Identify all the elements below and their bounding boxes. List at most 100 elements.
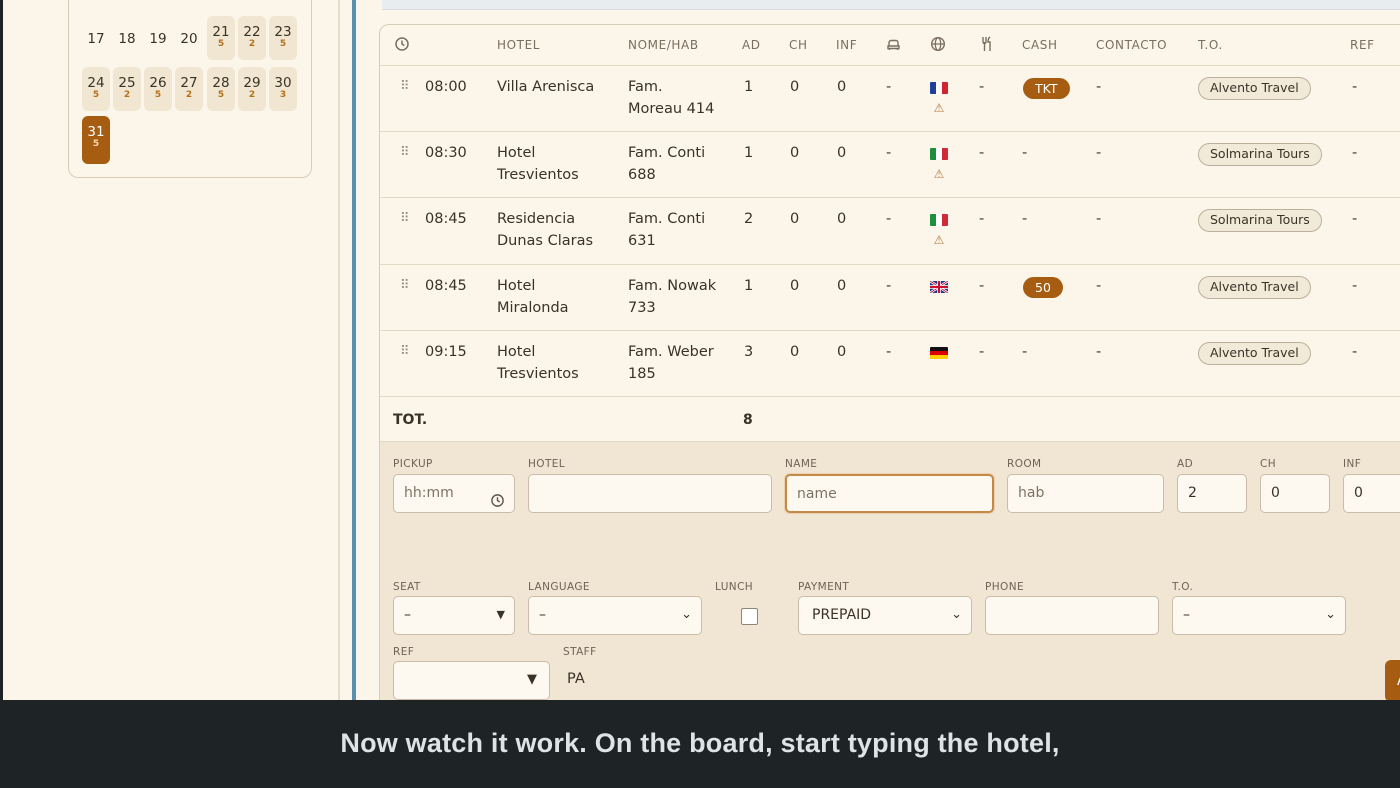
lunch-value: -	[979, 79, 985, 95]
seat-icon	[886, 37, 901, 57]
adults-count: 1	[744, 278, 754, 294]
hotel-name: Residencia Dunas Claras	[497, 211, 594, 249]
infants-input[interactable]: 0	[1343, 474, 1400, 513]
ref-value: -	[1352, 79, 1358, 95]
header-contact[interactable]: CONTACTO	[1096, 36, 1167, 54]
guest-name: Fam. Conti 688	[628, 145, 706, 183]
cash-badge: TKT	[1023, 78, 1070, 99]
calendar-day[interactable]: 23 5	[269, 16, 297, 60]
flag-it-icon	[930, 214, 948, 226]
hotel-name: Hotel Tresvientos	[497, 145, 579, 183]
calendar-day-count: 5	[217, 90, 225, 100]
name-input[interactable]: name	[785, 474, 994, 513]
tour-operator-badge[interactable]: Alvento Travel	[1198, 77, 1311, 100]
calendar-day-count: 2	[248, 90, 256, 100]
clock-icon[interactable]	[490, 486, 505, 522]
header-ch[interactable]: CH	[789, 36, 808, 54]
chevron-down-icon: ▼	[527, 672, 537, 687]
header-hotel[interactable]: HOTEL	[497, 36, 540, 54]
infants-count: 0	[837, 278, 847, 294]
drag-handle-icon[interactable]: ⠿	[400, 76, 409, 98]
hotel-input[interactable]	[528, 474, 772, 513]
calendar-day[interactable]: 22 2	[238, 16, 266, 60]
tour-operator-badge[interactable]: Solmarina Tours	[1198, 143, 1322, 166]
calendar-day[interactable]: 19	[144, 16, 172, 60]
tour-operator-badge[interactable]: Alvento Travel	[1198, 276, 1311, 299]
contact-value: -	[1096, 79, 1102, 95]
cash-value: -	[1022, 211, 1028, 227]
language-label: LANGUAGE	[528, 581, 590, 593]
header-to[interactable]: T.O.	[1198, 36, 1223, 54]
lunch-checkbox[interactable]	[741, 608, 758, 625]
seat-value: -	[886, 278, 892, 294]
header-ad[interactable]: AD	[742, 36, 761, 54]
guest-name: Fam. Conti 631	[628, 211, 706, 249]
guest-name: Fam. Moreau 414	[628, 79, 715, 117]
add-button[interactable]: A	[1385, 660, 1400, 702]
cash-badge: 50	[1023, 277, 1063, 298]
language-select[interactable]: – ⌄	[528, 596, 702, 635]
calendar-day[interactable]: 26 5	[144, 67, 172, 111]
payment-label: PAYMENT	[798, 581, 850, 593]
phone-input[interactable]	[985, 596, 1159, 635]
header-inf[interactable]: INF	[836, 36, 857, 54]
calendar-day-count: 5	[92, 139, 100, 149]
tour-operator-select[interactable]: – ⌄	[1172, 596, 1346, 635]
drag-handle-icon[interactable]: ⠿	[400, 208, 409, 230]
drag-handle-icon[interactable]: ⠿	[400, 142, 409, 164]
clock-icon	[394, 36, 410, 57]
ref-label: REF	[393, 646, 415, 658]
calendar-day[interactable]: 24 5	[82, 67, 110, 111]
table-row[interactable]: ⠿ 08:45 Residencia Dunas Claras Fam. Cont…	[380, 198, 1400, 265]
chevron-down-icon: ⌄	[681, 607, 692, 622]
header-cash[interactable]: CASH	[1022, 36, 1058, 54]
table-row[interactable]: ⠿ 09:15 Hotel Tresvientos Fam. Weber 185 3…	[380, 331, 1400, 397]
room-input[interactable]: hab	[1007, 474, 1164, 513]
ref-select[interactable]: ▼	[393, 661, 550, 700]
calendar-day[interactable]: 18	[113, 16, 141, 60]
calendar-day[interactable]: 20	[175, 16, 203, 60]
tour-operator-badge[interactable]: Alvento Travel	[1198, 342, 1311, 365]
header-ref[interactable]: REF	[1350, 36, 1375, 54]
pickup-board: HOTEL NOME/HAB AD CH INF CASH CONTACTO T…	[379, 24, 1400, 714]
tour-operator-badge[interactable]: Solmarina Tours	[1198, 209, 1322, 232]
calendar-day[interactable]: 25 2	[113, 67, 141, 111]
name-label: NAME	[785, 458, 818, 470]
calendar-card: 17 18 19 20 21 5 22 2 23 5 24 5 25 2 26 5 27 2 …	[68, 0, 312, 178]
calendar-day[interactable]: 30 3	[269, 67, 297, 111]
table-row[interactable]: ⠿ 08:45 Hotel Miralonda Fam. Nowak 733 1 0…	[380, 265, 1400, 331]
children-input[interactable]: 0	[1260, 474, 1330, 513]
pickup-time-input[interactable]: hh:mm	[393, 474, 515, 513]
pane-edge	[338, 0, 340, 700]
calendar-day-count: 2	[123, 90, 131, 100]
seat-value: -	[886, 211, 892, 227]
drag-handle-icon[interactable]: ⠿	[400, 275, 409, 297]
calendar-day[interactable]: 28 5	[207, 67, 235, 111]
calendar-day[interactable]: 17	[82, 16, 110, 60]
table-row[interactable]: ⠿ 08:00 Villa Arenisca Fam. Moreau 414 1 …	[380, 66, 1400, 132]
drag-handle-icon[interactable]: ⠿	[400, 341, 409, 363]
infants-count: 0	[837, 79, 847, 95]
calendar-day[interactable]: 27 2	[175, 67, 203, 111]
board-top-strip	[382, 0, 1400, 10]
hotel-name: Hotel Miralonda	[497, 278, 569, 316]
cash-value: -	[1022, 145, 1028, 161]
adults-label: AD	[1177, 458, 1194, 470]
calendar-day[interactable]: 29 2	[238, 67, 266, 111]
phone-label: PHONE	[985, 581, 1024, 593]
calendar-day-selected[interactable]: 31 5	[82, 116, 110, 164]
adults-input[interactable]: 2	[1177, 474, 1247, 513]
calendar-day[interactable]: 21 5	[207, 16, 235, 60]
seat-label: SEAT	[393, 581, 421, 593]
pickup-time: 08:45	[425, 211, 467, 227]
pickup-label: PICKUP	[393, 458, 433, 470]
warning-icon: ⚠	[933, 101, 945, 115]
header-name-room[interactable]: NOME/HAB	[628, 36, 699, 54]
contact-value: -	[1096, 344, 1102, 360]
flag-de-icon	[930, 347, 948, 359]
flag-it-icon	[930, 148, 948, 160]
table-row[interactable]: ⠿ 08:30 Hotel Tresvientos Fam. Conti 688 1…	[380, 132, 1400, 198]
seat-select[interactable]: – ▼	[393, 596, 515, 635]
flag-fr-icon	[930, 82, 948, 94]
payment-select[interactable]: PREPAID ⌄	[798, 596, 972, 635]
